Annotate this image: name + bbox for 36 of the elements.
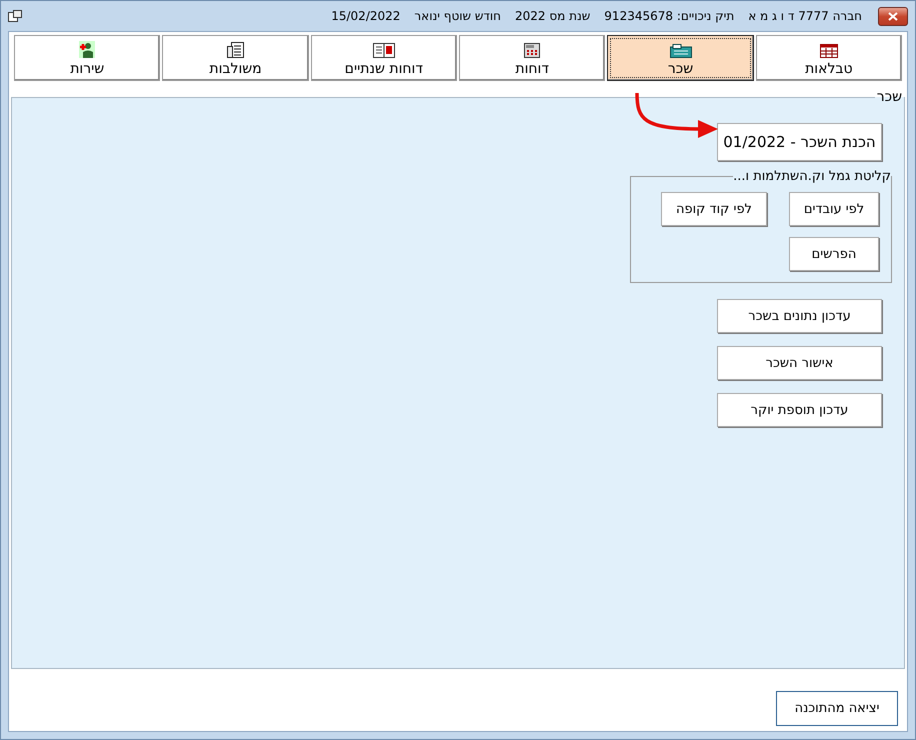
tab[interactable]: משולבות <box>162 35 309 81</box>
calculator-icon <box>524 43 540 58</box>
prepare-payroll-button[interactable]: הכנת השכר - 01/2022 <box>717 123 882 161</box>
panel-title: שכר <box>876 89 903 105</box>
tab[interactable]: שכר <box>607 35 754 81</box>
tab[interactable]: דוחות שנתיים <box>310 35 458 81</box>
action-button[interactable]: אישור השכר <box>717 346 882 380</box>
tab-label: דוחות <box>515 61 549 77</box>
tab[interactable]: טבלאות <box>756 35 902 81</box>
close-button[interactable] <box>878 6 908 26</box>
window-title: 15/02/2022 <box>331 9 400 23</box>
calendar-icon <box>372 43 395 58</box>
group-title: קליטת גמל וק.השתלמות ו... <box>733 169 891 184</box>
person-icon <box>79 41 96 58</box>
table-icon <box>820 44 838 58</box>
group-button[interactable]: הפרשים <box>789 237 879 271</box>
action-button[interactable]: עדכון תוספת יוקר <box>717 393 882 427</box>
document-icon <box>226 42 245 58</box>
register-icon <box>670 44 692 58</box>
tab-label: טבלאות <box>805 61 853 77</box>
group-button[interactable]: לפי עובדים <box>789 192 879 226</box>
window-title: חברה 7777 ד ו ג מ א <box>748 9 862 23</box>
window-title: חודש שוטף ינואר <box>414 9 501 23</box>
app-icon <box>8 10 22 22</box>
tab-label: משולבות <box>209 61 262 77</box>
tab-label: דוחות שנתיים <box>344 61 424 77</box>
action-button[interactable]: עדכון נתונים בשכר <box>717 299 882 333</box>
group-button[interactable]: לפי קוד קופה <box>661 192 767 226</box>
tab[interactable]: שירות <box>14 35 160 81</box>
close-icon <box>888 12 898 20</box>
tab-label: שכר <box>668 61 694 77</box>
window-title: תיק ניכויים: 912345678 <box>604 9 734 23</box>
window-title: שנת מס 2022 <box>514 9 590 23</box>
tab-label: שירות <box>70 61 104 77</box>
tab[interactable]: דוחות <box>459 35 606 81</box>
exit-button[interactable]: יציאה מהתוכנה <box>776 691 898 726</box>
